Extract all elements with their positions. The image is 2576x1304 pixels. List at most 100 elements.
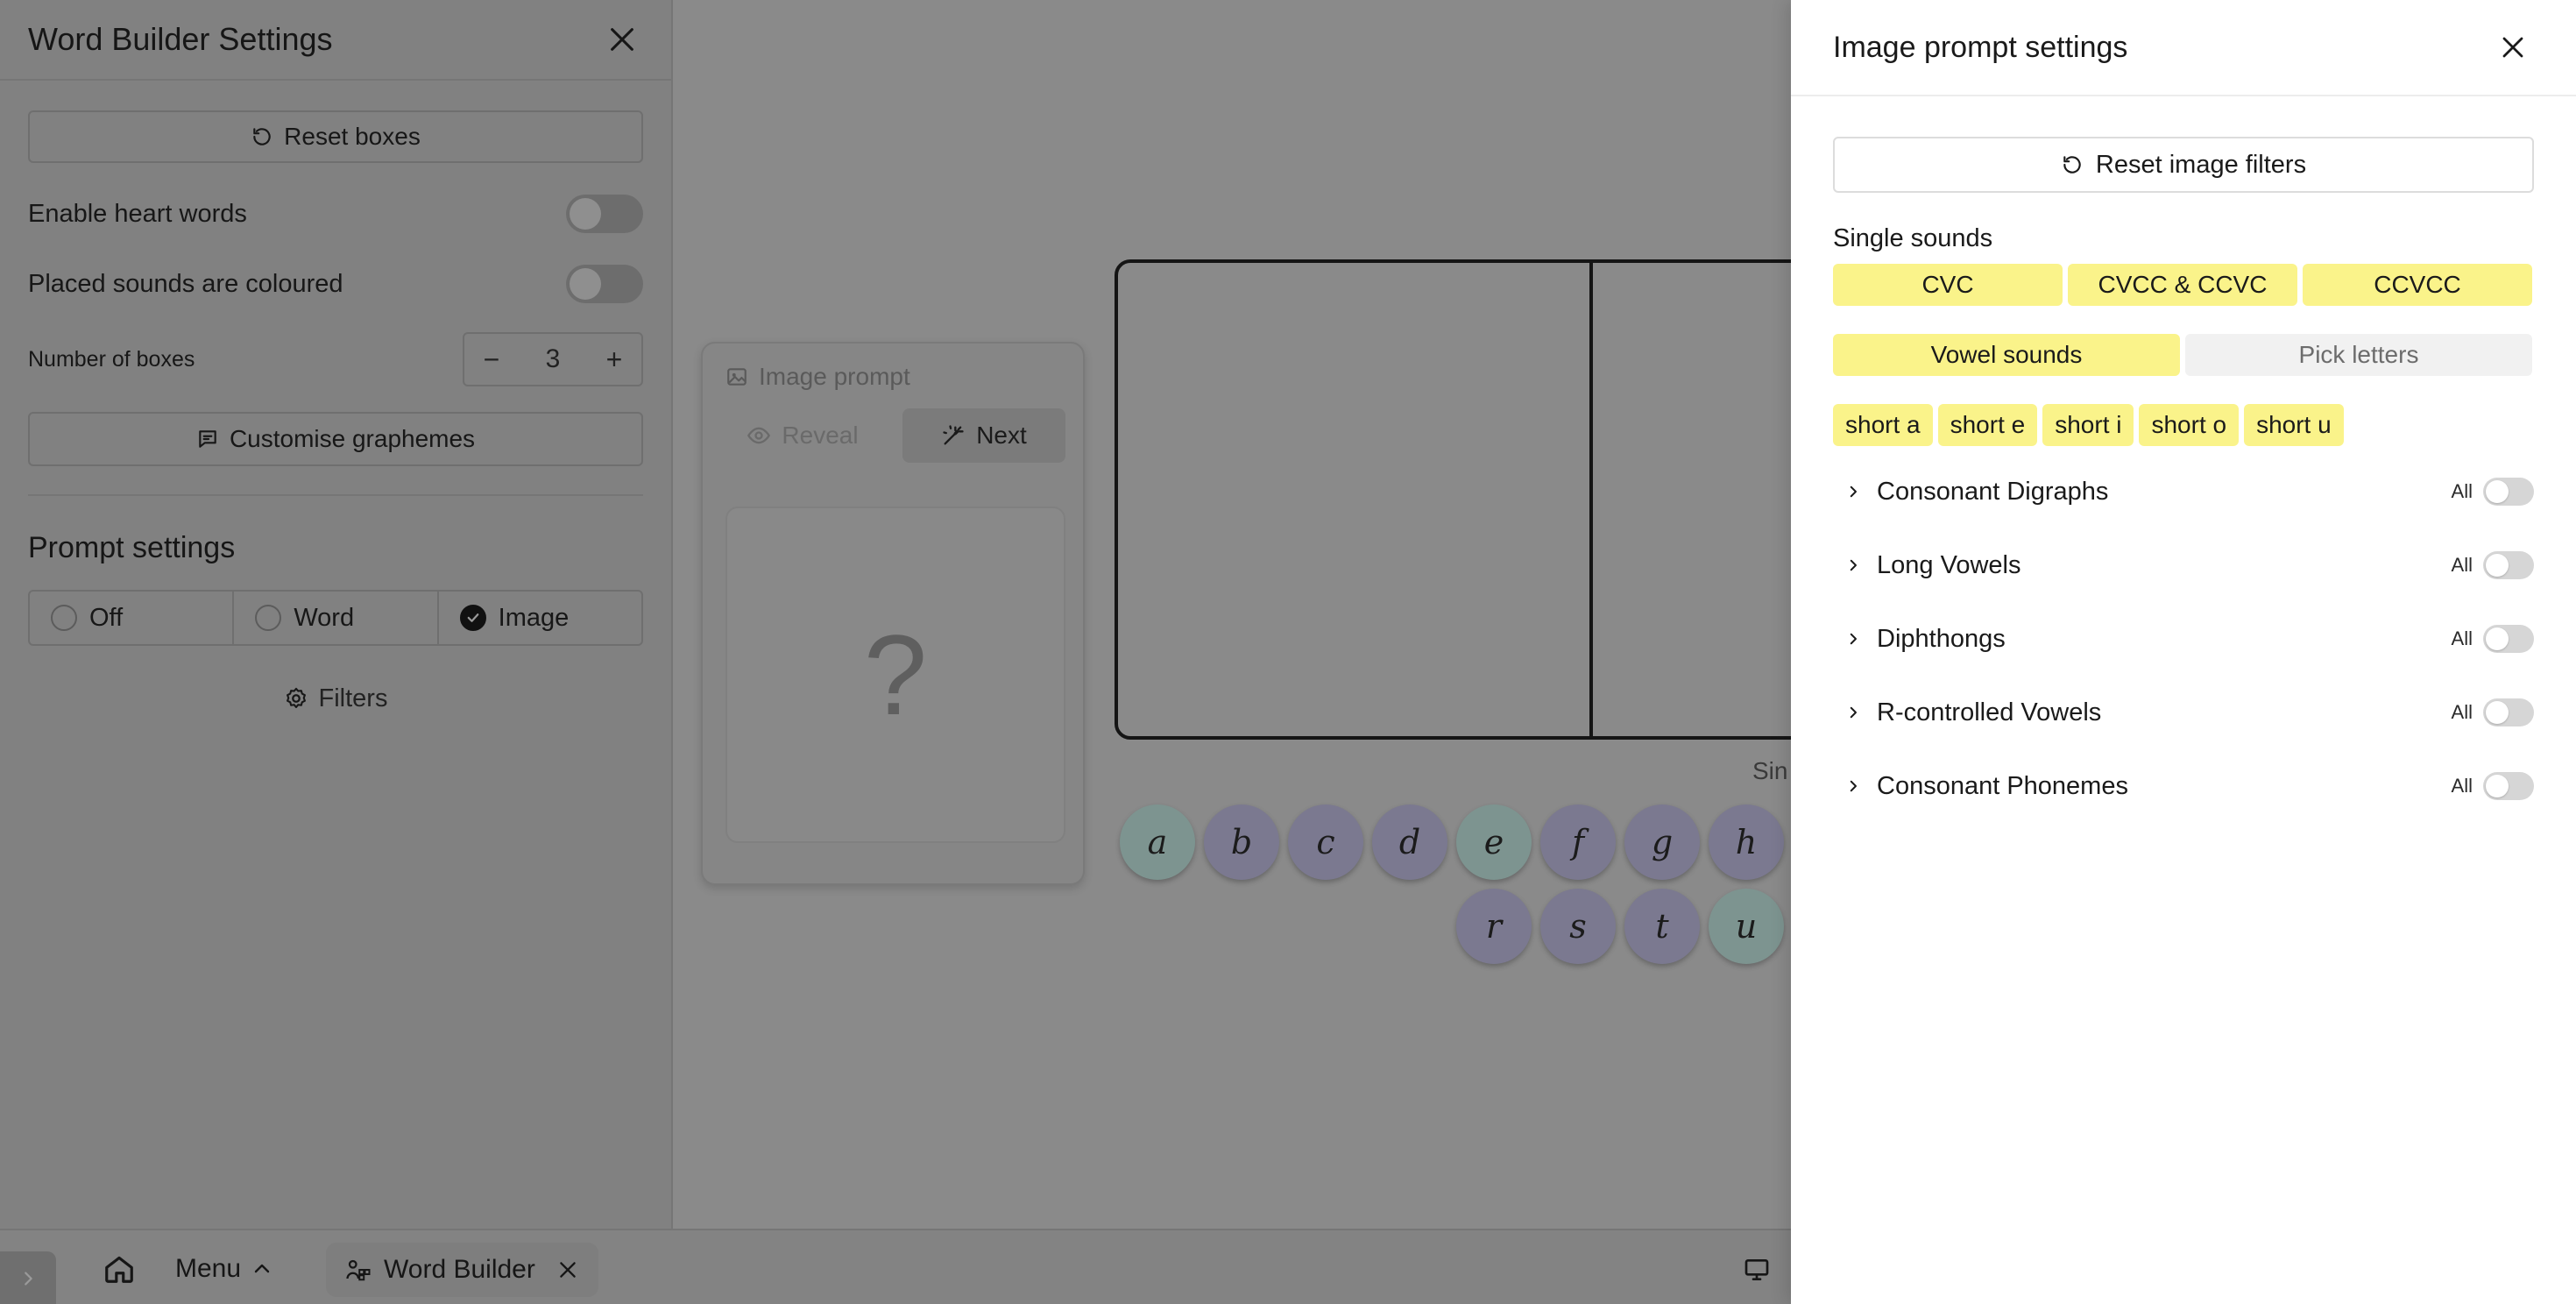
letter-tile[interactable]: a: [1120, 804, 1195, 880]
prompt-option-image[interactable]: Image: [439, 592, 641, 644]
app-root: Word Builder Settings Reset boxes Enable…: [0, 0, 2576, 1304]
number-of-boxes-label: Number of boxes: [28, 346, 195, 372]
letter-tile[interactable]: r: [1456, 889, 1532, 964]
group-diphthongs: Diphthongs All: [1833, 602, 2534, 676]
vowel-chips: short a short e short i short o short u: [1833, 404, 2534, 446]
coloured-sounds-row: Placed sounds are coloured: [28, 261, 643, 307]
vowel-sounds-tab[interactable]: Vowel sounds: [1833, 334, 2180, 376]
mode-chips: Vowel sounds Pick letters: [1833, 334, 2534, 376]
gear-icon: [286, 687, 306, 708]
reset-image-filters-label: Reset image filters: [2095, 150, 2307, 179]
radio-checked-icon: [459, 605, 486, 631]
vowel-chip[interactable]: short o: [2139, 404, 2240, 446]
drawer-header: Image prompt settings: [1791, 0, 2576, 96]
group-expand-button[interactable]: Diphthongs: [1833, 625, 2006, 654]
close-tab-icon[interactable]: [556, 1258, 579, 1281]
prompt-mode-segmented-control: Off Word Image: [28, 590, 643, 646]
prompt-option-label: Image: [498, 603, 570, 632]
all-toggle[interactable]: [2483, 551, 2534, 579]
close-icon: [611, 28, 633, 51]
menu-label: Menu: [175, 1254, 242, 1283]
all-toggle[interactable]: [2483, 772, 2534, 800]
letter-tile[interactable]: e: [1456, 804, 1532, 880]
word-pattern-chip[interactable]: CVC: [1833, 264, 2063, 306]
chevron-right-icon: [1850, 485, 1857, 498]
heart-words-label: Enable heart words: [28, 199, 247, 228]
prompt-option-word[interactable]: Word: [234, 592, 439, 644]
eye-icon: [747, 427, 771, 444]
letter-tile[interactable]: u: [1709, 889, 1784, 964]
letter-tile[interactable]: s: [1540, 889, 1616, 964]
group-long-vowels: Long Vowels All: [1833, 528, 2534, 602]
number-of-boxes-stepper: − 3 +: [463, 332, 643, 386]
reset-icon: [2063, 156, 2081, 174]
group-all-control: All: [2452, 625, 2534, 653]
image-prompt-title-text: Image prompt: [759, 363, 910, 390]
home-icon: [105, 1256, 133, 1283]
group-label: Consonant Digraphs: [1877, 477, 2109, 506]
group-consonant-phonemes: Consonant Phonemes All: [1833, 749, 2534, 823]
all-toggle[interactable]: [2483, 478, 2534, 506]
letter-tile[interactable]: t: [1624, 889, 1700, 964]
customise-graphemes-button[interactable]: Customise graphemes: [28, 412, 643, 466]
decrement-button[interactable]: −: [478, 344, 505, 376]
reveal-button[interactable]: Reveal: [724, 408, 881, 463]
customise-graphemes-label: Customise graphemes: [229, 425, 476, 452]
chevron-right-icon: [1850, 633, 1857, 645]
letter-tile[interactable]: d: [1372, 804, 1447, 880]
close-settings-button[interactable]: [601, 18, 643, 60]
close-drawer-button[interactable]: [2492, 26, 2534, 68]
sound-groups: Consonant Digraphs All Long Vowels All D…: [1833, 455, 2534, 823]
home-button[interactable]: [98, 1248, 140, 1290]
vowel-chip[interactable]: short i: [2042, 404, 2134, 446]
sidebar-toggle-button[interactable]: [0, 1251, 56, 1304]
letter-tile[interactable]: g: [1624, 804, 1700, 880]
image-placeholder: ?: [725, 507, 1065, 843]
word-pattern-chip[interactable]: CCVCC: [2303, 264, 2532, 306]
group-expand-button[interactable]: Consonant Phonemes: [1833, 772, 2128, 801]
increment-button[interactable]: +: [601, 344, 627, 376]
all-label: All: [2451, 775, 2473, 797]
pick-letters-tab[interactable]: Pick letters: [2185, 334, 2532, 376]
screen-button[interactable]: [1737, 1250, 1777, 1290]
letter-tile[interactable]: h: [1709, 804, 1784, 880]
radio-unchecked-icon: [255, 605, 282, 631]
letter-tile[interactable]: b: [1204, 804, 1279, 880]
next-button[interactable]: Next: [902, 408, 1065, 463]
all-toggle[interactable]: [2483, 625, 2534, 653]
chevron-up-icon: [254, 1264, 270, 1273]
filters-button[interactable]: Filters: [28, 672, 643, 725]
vowel-chip[interactable]: short u: [2244, 404, 2344, 446]
group-expand-button[interactable]: Consonant Digraphs: [1833, 478, 2108, 507]
vowel-chip[interactable]: short a: [1833, 404, 1933, 446]
menu-button[interactable]: Menu: [175, 1246, 272, 1292]
reset-boxes-button[interactable]: Reset boxes: [28, 110, 643, 163]
vowel-chip[interactable]: short e: [1937, 404, 2038, 446]
next-label: Next: [976, 422, 1027, 449]
group-expand-button[interactable]: Long Vowels: [1833, 551, 2020, 580]
coloured-sounds-toggle[interactable]: [566, 265, 643, 303]
letter-tile[interactable]: f: [1540, 804, 1616, 880]
group-all-control: All: [2452, 478, 2534, 506]
heart-words-toggle[interactable]: [566, 195, 643, 233]
message-icon: [199, 430, 216, 448]
word-pattern-chip[interactable]: CVCC & CCVC: [2068, 264, 2297, 306]
letter-tile[interactable]: c: [1288, 804, 1363, 880]
group-expand-button[interactable]: R-controlled Vowels: [1833, 698, 2101, 727]
question-mark-placeholder: ?: [863, 611, 928, 739]
prompt-option-off[interactable]: Off: [30, 592, 235, 644]
image-icon: [727, 368, 747, 386]
word-builder-app-tab[interactable]: Word Builder: [326, 1243, 598, 1297]
drawer-title: Image prompt settings: [1833, 30, 2128, 64]
all-toggle[interactable]: [2483, 698, 2534, 726]
magic-wand-icon: [943, 425, 964, 445]
reset-image-filters-button[interactable]: Reset image filters: [1833, 137, 2534, 193]
group-all-control: All: [2452, 551, 2534, 579]
sound-box[interactable]: [1118, 263, 1589, 736]
group-label: Diphthongs: [1877, 624, 2006, 653]
chevron-right-icon: [1850, 780, 1857, 792]
filters-label: Filters: [318, 684, 388, 712]
word-builder-settings-panel: Word Builder Settings Reset boxes Enable…: [0, 0, 673, 1229]
group-label: R-controlled Vowels: [1877, 698, 2102, 726]
image-prompt-title: Image prompt: [725, 363, 910, 391]
